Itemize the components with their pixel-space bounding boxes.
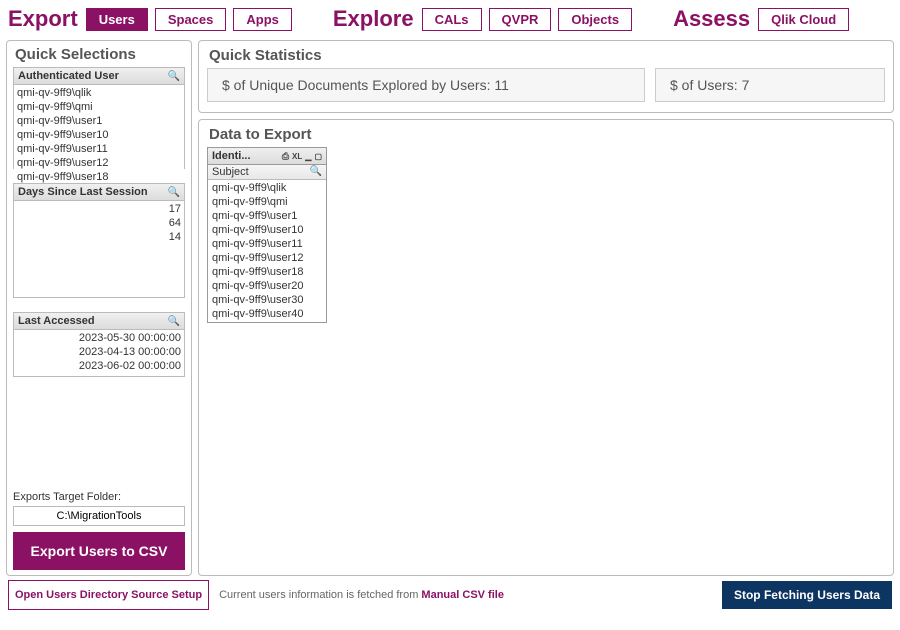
xl-icon[interactable]: XL xyxy=(292,152,302,161)
list-item[interactable]: 17 xyxy=(17,202,181,216)
list-item[interactable]: qmi-qv-9ff9\user12 xyxy=(17,156,181,170)
identities-object[interactable]: Identi... ⎙ XL ▁ ▢ Subject 🔍 qmi-qv-9ff9… xyxy=(207,147,327,323)
list-item[interactable]: qmi-qv-9ff9\user18 xyxy=(17,170,181,184)
list-item[interactable]: 14 xyxy=(17,230,181,244)
listbox-days-body[interactable]: 17 64 14 xyxy=(14,201,184,297)
list-item[interactable]: qmi-qv-9ff9\user10 xyxy=(17,128,181,142)
table-row[interactable]: qmi-qv-9ff9\user1 xyxy=(212,209,322,223)
data-to-export-title: Data to Export xyxy=(209,126,885,143)
table-row[interactable]: qmi-qv-9ff9\qlik xyxy=(212,181,322,195)
listbox-last-header: Last Accessed xyxy=(18,315,95,327)
nav-users[interactable]: Users xyxy=(86,8,148,31)
list-item[interactable]: qmi-qv-9ff9\user11 xyxy=(17,142,181,156)
maximize-icon[interactable]: ▢ xyxy=(314,152,322,161)
identities-subheader[interactable]: Subject xyxy=(212,166,249,178)
footer-info: Current users information is fetched fro… xyxy=(219,589,504,601)
footer-link[interactable]: Manual CSV file xyxy=(421,589,504,601)
nav-apps[interactable]: Apps xyxy=(233,8,292,31)
nav-title-explore: Explore xyxy=(333,6,414,32)
list-item[interactable]: 2023-06-02 00:00:00 xyxy=(17,359,181,373)
stat-unique-docs: $ of Unique Documents Explored by Users:… xyxy=(207,68,645,102)
nav-title-export: Export xyxy=(8,6,78,32)
search-icon[interactable]: 🔍 xyxy=(310,166,322,178)
table-row[interactable]: qmi-qv-9ff9\user12 xyxy=(212,251,322,265)
stop-fetching-button[interactable]: Stop Fetching Users Data xyxy=(722,581,892,609)
list-item[interactable]: 2023-05-30 00:00:00 xyxy=(17,331,181,345)
quick-selections-title: Quick Selections xyxy=(15,46,185,63)
table-row[interactable]: qmi-qv-9ff9\user18 xyxy=(212,265,322,279)
listbox-auth-header: Authenticated User xyxy=(18,70,119,82)
stat-users: $ of Users: 7 xyxy=(655,68,885,102)
listbox-days-since[interactable]: Days Since Last Session 🔍 17 64 14 xyxy=(13,183,185,298)
nav-qvpr[interactable]: QVPR xyxy=(489,8,552,31)
target-folder-input[interactable] xyxy=(13,506,185,526)
top-nav: Export Users Spaces Apps Explore CALs QV… xyxy=(0,0,900,40)
list-item[interactable]: qmi-qv-9ff9\qmi xyxy=(17,100,181,114)
listbox-days-header: Days Since Last Session xyxy=(18,186,148,198)
table-row[interactable]: qmi-qv-9ff9\qmi xyxy=(212,195,322,209)
target-folder-label: Exports Target Folder: xyxy=(13,491,185,503)
footer: Open Users Directory Source Setup Curren… xyxy=(0,576,900,614)
list-item[interactable]: qmi-qv-9ff9\user1 xyxy=(17,114,181,128)
quick-selections-panel: Quick Selections Authenticated User 🔍 qm… xyxy=(6,40,192,576)
quick-statistics-panel: Quick Statistics $ of Unique Documents E… xyxy=(198,40,894,113)
export-users-button[interactable]: Export Users to CSV xyxy=(13,532,185,570)
listbox-authenticated-user[interactable]: Authenticated User 🔍 qmi-qv-9ff9\qlik qm… xyxy=(13,67,185,169)
identities-header: Identi... xyxy=(212,150,251,162)
nav-title-assess: Assess xyxy=(673,6,750,32)
table-row[interactable]: qmi-qv-9ff9\user20 xyxy=(212,279,322,293)
table-row[interactable]: qmi-qv-9ff9\user10 xyxy=(212,223,322,237)
list-item[interactable]: 2023-04-13 00:00:00 xyxy=(17,345,181,359)
search-icon[interactable]: 🔍 xyxy=(168,187,180,198)
identities-body[interactable]: qmi-qv-9ff9\qlik qmi-qv-9ff9\qmi qmi-qv-… xyxy=(208,180,326,322)
print-icon[interactable]: ⎙ xyxy=(282,151,289,162)
nav-qlik-cloud[interactable]: Qlik Cloud xyxy=(758,8,849,31)
table-row[interactable]: qmi-qv-9ff9\user11 xyxy=(212,237,322,251)
list-item[interactable]: qmi-qv-9ff9\qlik xyxy=(17,86,181,100)
list-item[interactable]: 64 xyxy=(17,216,181,230)
nav-cals[interactable]: CALs xyxy=(422,8,482,31)
search-icon[interactable]: 🔍 xyxy=(168,316,180,327)
listbox-last-accessed[interactable]: Last Accessed 🔍 2023-05-30 00:00:00 2023… xyxy=(13,312,185,377)
nav-objects[interactable]: Objects xyxy=(558,8,632,31)
data-to-export-panel: Data to Export Identi... ⎙ XL ▁ ▢ Subjec… xyxy=(198,119,894,576)
minimize-icon[interactable]: ▁ xyxy=(305,152,311,161)
listbox-last-body[interactable]: 2023-05-30 00:00:00 2023-04-13 00:00:00 … xyxy=(14,330,184,376)
quick-statistics-title: Quick Statistics xyxy=(209,47,885,64)
nav-spaces[interactable]: Spaces xyxy=(155,8,227,31)
table-row[interactable]: qmi-qv-9ff9\user40 xyxy=(212,307,322,321)
listbox-auth-body[interactable]: qmi-qv-9ff9\qlik qmi-qv-9ff9\qmi qmi-qv-… xyxy=(14,85,184,185)
table-row[interactable]: qmi-qv-9ff9\user30 xyxy=(212,293,322,307)
search-icon[interactable]: 🔍 xyxy=(168,71,180,82)
open-source-setup-button[interactable]: Open Users Directory Source Setup xyxy=(8,580,209,610)
